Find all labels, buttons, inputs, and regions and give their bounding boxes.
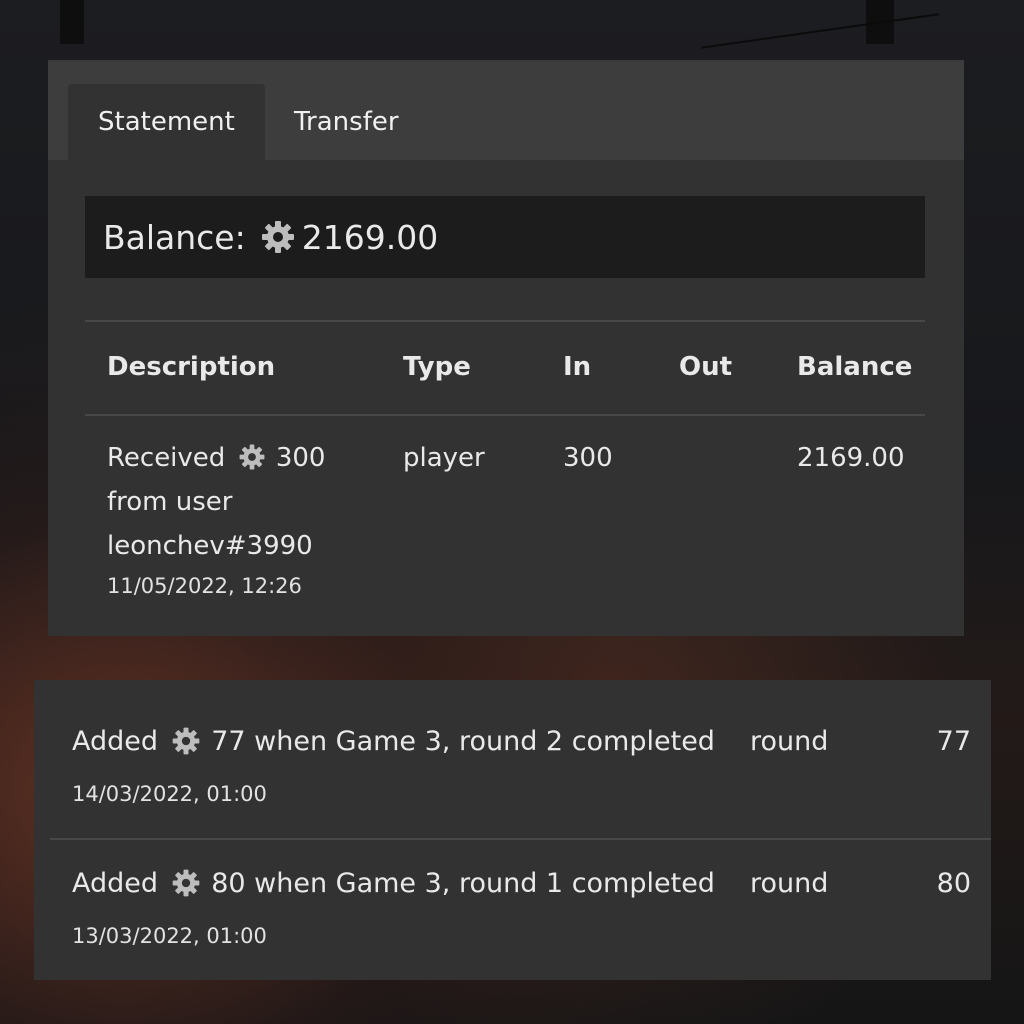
background-pole: [60, 0, 84, 44]
gear-coin-icon: [260, 219, 296, 255]
background-wire: [701, 13, 939, 49]
balance-amount: 2169.00: [301, 217, 439, 257]
row-desc-prefix: Added: [72, 726, 159, 757]
row-desc-prefix: Received: [107, 443, 226, 473]
row-in: 80: [936, 868, 971, 899]
row-desc-suffix: 77 when Game 3, round 2 completed: [211, 726, 715, 757]
header-balance: Balance: [797, 352, 913, 382]
row-desc-user: leonchev#3990: [107, 531, 313, 561]
row-date: 11/05/2022, 12:26: [107, 574, 302, 598]
statement-panel-continued: Added 77 when Game 3, round 2 completed …: [34, 680, 991, 980]
row-type: round: [750, 726, 829, 757]
tab-transfer[interactable]: Transfer: [264, 84, 429, 160]
header-type: Type: [403, 352, 471, 382]
gear-coin-icon: [238, 443, 266, 471]
table-header: Description Type In Out Balance: [85, 320, 925, 416]
tab-bar: Statement Transfer: [48, 62, 964, 160]
table-row: Added 80 when Game 3, round 1 completed …: [50, 840, 991, 980]
row-desc-prefix: Added: [72, 868, 159, 899]
row-balance: 2169.00: [797, 443, 905, 473]
header-description: Description: [107, 352, 276, 382]
gear-coin-icon: [171, 726, 201, 756]
row-desc-line2: from user: [107, 487, 233, 517]
header-out: Out: [679, 352, 733, 382]
balance-display: Balance: 2169.00: [85, 196, 925, 278]
row-date: 14/03/2022, 01:00: [72, 782, 267, 806]
row-description: Added 77 when Game 3, round 2 completed: [72, 726, 715, 758]
header-in: In: [563, 352, 592, 382]
statement-panel: Statement Transfer Balance: 2169.00 Desc…: [48, 60, 964, 636]
row-type: round: [750, 868, 829, 899]
gear-coin-icon: [171, 868, 201, 898]
tab-statement[interactable]: Statement: [68, 84, 265, 160]
row-description: Added 80 when Game 3, round 1 completed: [72, 868, 715, 900]
row-type: player: [403, 443, 485, 473]
row-in: 300: [563, 443, 613, 473]
row-amount: 300: [275, 443, 326, 473]
background-pole: [866, 0, 894, 44]
row-in: 77: [936, 726, 971, 757]
balance-label: Balance:: [103, 217, 246, 257]
row-date: 13/03/2022, 01:00: [72, 924, 267, 948]
table-row: Received 300 from user leonchev#3990 11/…: [85, 414, 925, 634]
row-desc-suffix: 80 when Game 3, round 1 completed: [211, 868, 715, 899]
row-description: Received 300 from user leonchev#3990 11/…: [107, 436, 325, 598]
table-row: Added 77 when Game 3, round 2 completed …: [50, 698, 991, 840]
